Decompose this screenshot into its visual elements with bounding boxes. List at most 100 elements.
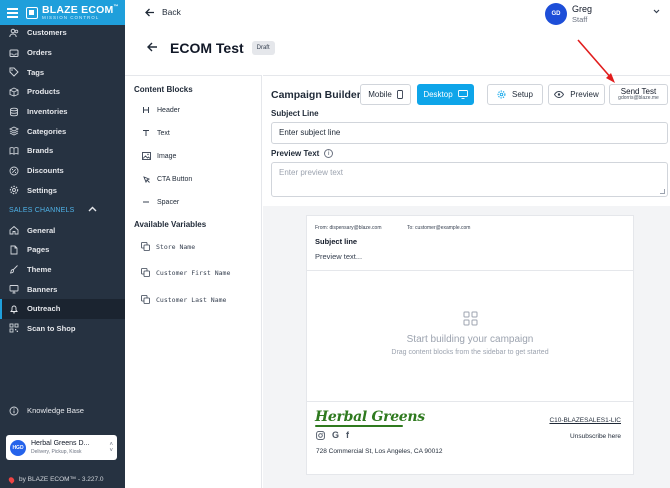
desktop-label: Desktop — [423, 90, 453, 99]
inbox-icon — [9, 48, 19, 58]
unsubscribe-link[interactable]: Unsubscribe here — [570, 433, 621, 440]
blaze-flame-icon — [7, 475, 16, 484]
block-text[interactable]: Text — [141, 129, 170, 137]
layers-icon — [9, 126, 19, 136]
block-spacer[interactable]: Spacer — [141, 198, 179, 206]
sidebar-item-theme[interactable]: Theme — [0, 260, 125, 280]
chevron-up-down-icon: ˄ ˅ — [109, 441, 113, 454]
chevron-down-icon — [653, 9, 660, 16]
block-cta-button[interactable]: CTA Button — [141, 175, 192, 184]
divider — [307, 270, 633, 271]
eye-icon — [554, 91, 565, 98]
sidebar-item-general[interactable]: General — [0, 220, 125, 240]
sidebar-item-label: Outreach — [27, 304, 61, 314]
block-label: Text — [157, 129, 170, 137]
preview-label: Preview — [570, 90, 599, 99]
sidebar-item-scan-to-shop[interactable]: Scan to Shop — [0, 319, 125, 339]
page-title: ECOM Test — [170, 40, 244, 56]
heading-icon — [141, 106, 151, 114]
copy-icon — [141, 268, 150, 277]
avatar: GD — [545, 3, 567, 25]
monitor-icon — [457, 90, 468, 99]
variable-customer-first-name[interactable]: Customer First Name — [141, 268, 230, 277]
back-link[interactable]: Back — [145, 7, 181, 17]
sidebar-item-label: Scan to Shop — [27, 323, 76, 333]
menu-icon[interactable] — [7, 8, 18, 18]
send-test-email: gdorris@blaze.me — [618, 95, 659, 102]
variable-label: Customer First Name — [156, 268, 231, 277]
brand-title: BLAZE ECOM — [42, 3, 114, 16]
blaze-logo-icon — [26, 6, 38, 19]
resize-handle[interactable] — [660, 189, 665, 194]
sidebar-item-orders[interactable]: Orders — [0, 43, 125, 63]
sidebar-item-customers[interactable]: Customers — [0, 23, 125, 43]
campaign-builder: Campaign Builder Mobile Desktop Setup Pr… — [263, 75, 670, 488]
sidebar-item-label: Settings — [27, 185, 57, 195]
sidebar-item-label: Categories — [27, 126, 67, 136]
block-header[interactable]: Header — [141, 106, 180, 114]
blocks-panel: Content Blocks Header Text Image CTA But… — [125, 75, 262, 488]
facebook-icon[interactable]: f — [346, 430, 349, 440]
sidebar-item-label: Discounts — [27, 166, 64, 176]
sidebar-item-banners[interactable]: Banners — [0, 279, 125, 299]
phone-icon — [396, 90, 403, 99]
sidebar-item-settings[interactable]: Settings — [0, 181, 125, 201]
preview-text-input[interactable]: Enter preview text — [271, 162, 668, 197]
database-icon — [9, 107, 19, 117]
google-icon[interactable]: G — [332, 430, 339, 440]
variable-customer-last-name[interactable]: Customer Last Name — [141, 295, 226, 304]
sidebar-item-tags[interactable]: Tags — [0, 62, 125, 82]
sidebar-item-products[interactable]: Products — [0, 82, 125, 102]
top-bar: Back GD Greg Staff — [125, 0, 670, 25]
sidebar-item-brands[interactable]: Brands — [0, 141, 125, 161]
page-back-icon[interactable] — [147, 42, 158, 55]
mobile-view-button[interactable]: Mobile — [360, 84, 411, 105]
cta-icon — [141, 175, 151, 184]
send-test-button[interactable]: Send Test gdorris@blaze.me — [609, 84, 668, 105]
subject-line-value: Enter subject line — [279, 128, 341, 137]
email-canvas: From: dispensary@blaze.com To: customer@… — [263, 206, 670, 488]
bell-icon — [9, 304, 19, 314]
license-code-link[interactable]: C10-BLAZESALES1-LIC — [549, 417, 621, 424]
setup-button[interactable]: Setup — [487, 84, 543, 105]
preview-text-placeholder: Enter preview text — [279, 168, 344, 177]
brand-logo[interactable]: BLAZE ECOM™ MISSION CONTROL — [42, 3, 119, 21]
variable-store-name[interactable]: Store Name — [141, 242, 195, 251]
sales-channels-section[interactable]: SALES CHANNELS — [0, 200, 125, 220]
copy-icon — [141, 242, 150, 251]
email-subject: Subject line — [315, 237, 358, 246]
preview-button[interactable]: Preview — [548, 84, 605, 105]
subject-line-input[interactable]: Enter subject line — [271, 122, 668, 144]
brush-icon — [9, 264, 19, 274]
sidebar-item-outreach[interactable]: Outreach — [0, 298, 125, 319]
info-icon — [9, 406, 19, 416]
sidebar-item-label: Brands — [27, 146, 54, 156]
monitor-icon — [9, 284, 19, 294]
mobile-label: Mobile — [368, 90, 392, 99]
qr-icon — [9, 323, 19, 333]
file-icon — [9, 245, 19, 255]
preview-text-label-text: Preview Text — [271, 149, 320, 158]
sidebar-item-knowledge-base[interactable]: Knowledge Base — [0, 401, 125, 421]
sidebar-item-categories[interactable]: Categories — [0, 121, 125, 141]
user-menu[interactable]: GD Greg Staff — [545, 3, 660, 25]
sidebar-item-inventories[interactable]: Inventories — [0, 102, 125, 122]
block-label: Header — [157, 106, 180, 114]
brand-subtitle: MISSION CONTROL — [42, 15, 100, 20]
sidebar-item-label: Tags — [27, 67, 45, 77]
sidebar-item-label: Inventories — [27, 107, 68, 117]
sidebar-item-label: Knowledge Base — [27, 406, 84, 416]
sidebar-item-pages[interactable]: Pages — [0, 240, 125, 260]
organization-switcher[interactable]: HGD Herbal Greens D... Delivery, Pickup,… — [6, 435, 117, 460]
info-icon[interactable]: i — [324, 149, 334, 158]
empty-state-subtitle: Drag content blocks from the sidebar to … — [391, 349, 549, 356]
block-image[interactable]: Image — [141, 152, 176, 160]
instagram-icon[interactable] — [316, 430, 325, 440]
sidebar-item-label: Orders — [27, 48, 52, 58]
email-to: To: customer@example.com — [407, 225, 471, 231]
back-label: Back — [162, 7, 181, 17]
brand-logo-underline — [315, 425, 403, 427]
sidebar-item-discounts[interactable]: Discounts — [0, 161, 125, 181]
variable-label: Store Name — [156, 242, 196, 251]
desktop-view-button[interactable]: Desktop — [417, 84, 474, 105]
